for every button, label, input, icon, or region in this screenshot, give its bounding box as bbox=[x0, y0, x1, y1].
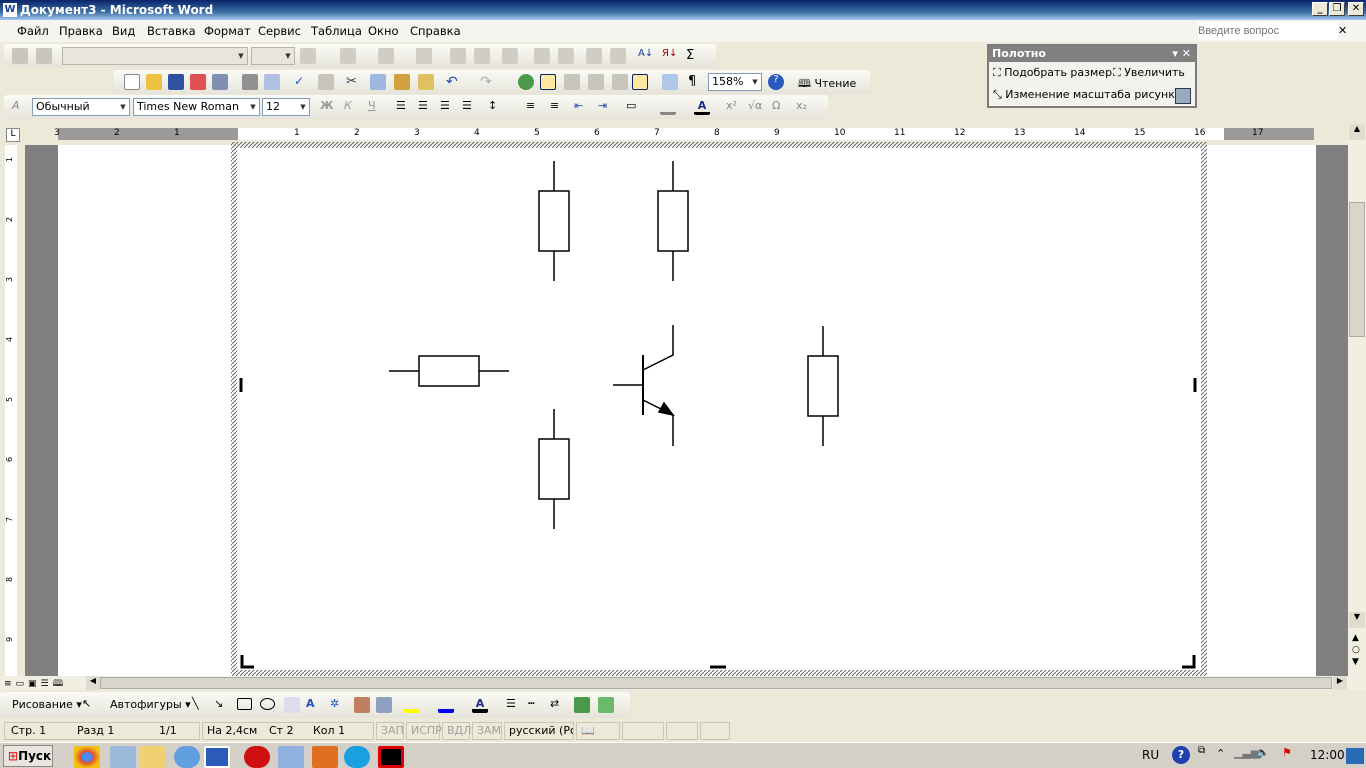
scroll-left-button[interactable]: ◀ bbox=[86, 676, 100, 690]
show-hidden-icon[interactable]: ⌃ bbox=[1216, 747, 1225, 760]
dash-style-icon[interactable]: ┅ bbox=[528, 697, 544, 713]
hscroll-thumb[interactable] bbox=[100, 677, 1332, 689]
scroll-thumb[interactable] bbox=[1349, 202, 1365, 337]
arrow-icon[interactable]: ↘ bbox=[214, 697, 230, 713]
show-desktop-icon[interactable] bbox=[1346, 748, 1364, 764]
diagram-icon[interactable]: ✲ bbox=[330, 697, 346, 713]
status-bar: Стр. 1 Разд 1 1/1 На 2,4см Ст 2 Кол 1 ЗА… bbox=[0, 720, 1366, 742]
clipart-icon[interactable] bbox=[354, 697, 370, 713]
resistor-5[interactable] bbox=[807, 326, 839, 446]
line-style-icon[interactable]: ☰ bbox=[506, 697, 522, 713]
resistor-1[interactable] bbox=[538, 161, 570, 281]
resistor-2[interactable] bbox=[657, 161, 689, 281]
view-buttons[interactable]: ≡▭▣☰🕮 bbox=[4, 676, 67, 692]
line-color-icon[interactable] bbox=[438, 697, 454, 713]
scroll-up-button[interactable]: ▲ bbox=[1349, 124, 1365, 140]
scroll-down-button[interactable]: ▼ bbox=[1349, 612, 1365, 628]
vertical-scrollbar[interactable]: ▲ ▼ ▲ ○ ▼ bbox=[1348, 124, 1366, 690]
canvas-handles[interactable] bbox=[239, 378, 1197, 669]
calculator-icon[interactable] bbox=[110, 746, 136, 768]
network-error-icon[interactable]: ⚑ bbox=[1282, 746, 1292, 759]
opera-icon[interactable] bbox=[244, 746, 270, 768]
matlab-icon[interactable] bbox=[312, 746, 338, 768]
canvas-border[interactable] bbox=[231, 142, 1207, 676]
resistor-4[interactable] bbox=[538, 409, 570, 529]
shadow-icon[interactable] bbox=[574, 697, 590, 713]
status-pages: 1/1 bbox=[159, 724, 177, 737]
draw-menu-button[interactable]: Рисование ▾ bbox=[12, 698, 82, 711]
rectangle-icon[interactable] bbox=[237, 698, 252, 710]
start-button[interactable]: ⊞Пуск bbox=[3, 745, 53, 767]
picture-icon[interactable] bbox=[376, 697, 392, 713]
browse-object-icons[interactable]: ▲ ○ ▼ bbox=[1352, 632, 1360, 668]
status-ovr[interactable]: ЗАМ bbox=[472, 722, 502, 740]
textbox-icon[interactable] bbox=[284, 697, 300, 713]
help-tray-icon[interactable]: ? bbox=[1172, 746, 1190, 764]
clock: 12:00 bbox=[1310, 748, 1345, 762]
chrome-icon[interactable] bbox=[74, 746, 100, 768]
word-taskbar-icon[interactable] bbox=[204, 746, 230, 768]
scroll-right-button[interactable]: ▶ bbox=[1333, 676, 1347, 690]
volume-icon[interactable]: 🔈 bbox=[1256, 746, 1270, 759]
status-trk[interactable]: ИСПР bbox=[406, 722, 442, 740]
speaker-app-icon[interactable] bbox=[278, 746, 304, 768]
drawing-toolbar: Рисование ▾ ↖ Автофигуры ▾ ╲ ↘ A ✲ A ☰ ┅… bbox=[0, 692, 630, 718]
drawing-font-color-icon[interactable]: A bbox=[472, 697, 488, 713]
fill-color-icon[interactable] bbox=[404, 697, 420, 713]
app-icon[interactable] bbox=[174, 746, 200, 768]
line-icon[interactable]: ╲ bbox=[192, 697, 208, 713]
3d-icon[interactable] bbox=[598, 697, 614, 713]
horizontal-scrollbar[interactable]: ≡▭▣☰🕮 ◀ ▶ bbox=[0, 676, 1348, 690]
drawing-canvas[interactable] bbox=[0, 0, 1366, 690]
status-rec[interactable]: ЗАП bbox=[376, 722, 404, 740]
autoshapes-button[interactable]: Автофигуры ▾ bbox=[110, 698, 191, 711]
toolbar-toggle-icon[interactable]: ⧉ bbox=[1198, 745, 1205, 756]
status-ext[interactable]: ВДЛ bbox=[442, 722, 471, 740]
oval-icon[interactable] bbox=[260, 698, 275, 710]
wordart-icon[interactable]: A bbox=[306, 697, 322, 713]
red-app-icon[interactable] bbox=[378, 746, 404, 768]
taskbar: ⊞Пуск RU ? ⧉ ⌃ ▁▃▅ 🔈 ⚑ 12:00 bbox=[0, 742, 1366, 768]
status-language[interactable]: русский (Ро bbox=[504, 722, 574, 740]
status-at: На 2,4см bbox=[207, 724, 258, 737]
skype-icon[interactable] bbox=[344, 746, 370, 768]
arrow-style-icon[interactable]: ⇄ bbox=[550, 697, 566, 713]
explorer-icon[interactable] bbox=[140, 746, 166, 768]
transistor[interactable] bbox=[613, 325, 675, 446]
status-col: Кол 1 bbox=[313, 724, 346, 737]
windows-logo-icon: ⊞ bbox=[8, 749, 19, 763]
status-line: Ст 2 bbox=[269, 724, 294, 737]
select-pointer-icon[interactable]: ↖ bbox=[82, 697, 98, 713]
status-page: Стр. 1 bbox=[11, 724, 47, 737]
spelling-status-icon[interactable]: 📖 bbox=[576, 722, 620, 740]
language-indicator[interactable]: RU bbox=[1142, 748, 1159, 762]
resistor-3[interactable] bbox=[389, 355, 509, 387]
status-section: Разд 1 bbox=[77, 724, 115, 737]
